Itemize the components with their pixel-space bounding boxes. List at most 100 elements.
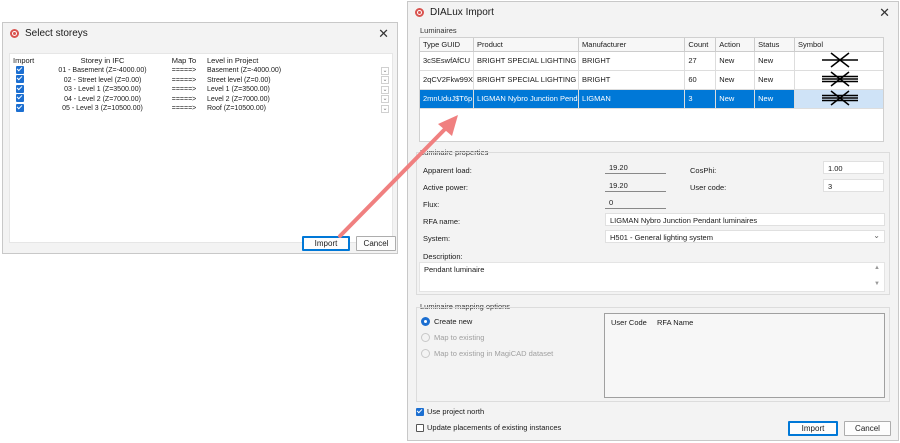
map-to-cell: =====> bbox=[171, 105, 197, 113]
col-product[interactable]: Product bbox=[473, 38, 580, 52]
chevron-down-icon[interactable]: ⌄ bbox=[381, 95, 389, 104]
col-rfa-name[interactable]: RFA Name bbox=[657, 318, 693, 327]
symbol-cell bbox=[794, 89, 883, 109]
status-cell: New bbox=[754, 89, 795, 109]
cosphi-field[interactable]: 1.00 bbox=[823, 161, 884, 174]
storey-row[interactable]: 04 - Level 2 (Z=7000.00) =====> Level 2 (Z… bbox=[10, 94, 392, 105]
checkbox-checked-icon[interactable] bbox=[16, 65, 24, 74]
radio-map-magicad[interactable]: Map to existing in MagiCAD dataset bbox=[421, 349, 553, 358]
guid-cell: 3cSEswfAfCU bbox=[420, 51, 475, 71]
storey-cell: 04 - Level 2 (Z=7000.00) bbox=[64, 95, 141, 103]
luminaire-symbol-icon bbox=[822, 70, 858, 87]
checkbox-checked-icon bbox=[416, 407, 424, 416]
storeys-title: Select storeys bbox=[25, 27, 88, 39]
checkbox-checked-icon[interactable] bbox=[16, 84, 24, 93]
select-storeys-window: Select storeys ✕ Import Storey in IFC Ma… bbox=[2, 22, 398, 254]
col-action[interactable]: Action bbox=[715, 38, 756, 52]
map-to-cell: =====> bbox=[171, 86, 197, 94]
use-project-north-checkbox[interactable]: Use project north bbox=[416, 407, 484, 416]
close-icon[interactable]: ✕ bbox=[378, 26, 389, 42]
level-cell: Basement (Z=-4000.00) bbox=[207, 67, 282, 75]
app-logo-icon bbox=[10, 28, 19, 38]
symbol-cell bbox=[794, 70, 883, 90]
count-cell: 3 bbox=[684, 89, 717, 109]
flux-value: 0 bbox=[605, 196, 666, 209]
radio-create-new[interactable]: Create new bbox=[421, 317, 472, 326]
cancel-button[interactable]: Cancel bbox=[356, 236, 396, 251]
user-code-field[interactable]: 3 bbox=[823, 179, 884, 192]
guid-cell: 2mnUduJ$T6p bbox=[420, 89, 475, 109]
chevron-down-icon[interactable]: ⌄ bbox=[381, 85, 389, 94]
col-count[interactable]: Count bbox=[684, 38, 717, 52]
luminaire-row[interactable]: 3cSEswfAfCU BRIGHT SPECIAL LIGHTING S BRIG… bbox=[420, 51, 883, 71]
rfa-name-field[interactable]: LIGMAN Nybro Junction Pendant luminaires bbox=[605, 213, 885, 226]
status-cell: New bbox=[754, 51, 795, 71]
col-import[interactable]: Import bbox=[10, 56, 40, 65]
luminaire-symbol-icon bbox=[822, 51, 858, 68]
chevron-down-icon[interactable]: ⌄ bbox=[381, 66, 389, 75]
col-map-to[interactable]: Map To bbox=[165, 56, 203, 65]
col-level[interactable]: Level in Project bbox=[203, 56, 353, 65]
scroll-up-icon[interactable]: ▲ bbox=[874, 265, 880, 271]
level-cell: Roof (Z=10500.00) bbox=[207, 105, 266, 113]
luminaire-row[interactable]: 2mnUduJ$T6p LIGMAN Nybro Junction Pendan L… bbox=[420, 89, 883, 109]
storey-cell: 05 - Level 3 (Z=10500.00) bbox=[62, 105, 143, 113]
col-user-code[interactable]: User Code bbox=[611, 318, 657, 327]
storeys-header: Import Storey in IFC Map To Level in Pro… bbox=[10, 54, 392, 66]
description-field[interactable]: Pendant luminaire ▲ ▼ bbox=[419, 262, 885, 292]
level-cell: Level 2 (Z=7000.00) bbox=[207, 95, 270, 103]
luminaire-rows: 3cSEswfAfCU BRIGHT SPECIAL LIGHTING S BRIG… bbox=[420, 51, 883, 109]
level-cell: Level 1 (Z=3500.00) bbox=[207, 86, 270, 94]
dialux-title: DIALux Import bbox=[430, 6, 494, 18]
radio-map-existing[interactable]: Map to existing bbox=[421, 333, 484, 342]
update-placements-checkbox[interactable]: Update placements of existing instances bbox=[416, 423, 561, 432]
import-button[interactable]: Import bbox=[302, 236, 350, 251]
count-cell: 60 bbox=[684, 70, 717, 90]
storey-cell: 03 - Level 1 (Z=3500.00) bbox=[64, 86, 141, 94]
storey-row[interactable]: 05 - Level 3 (Z=10500.00) =====> Roof (Z=1… bbox=[10, 103, 392, 114]
system-label: System: bbox=[423, 234, 451, 243]
storey-row[interactable]: 03 - Level 1 (Z=3500.00) =====> Level 1 (Z… bbox=[10, 84, 392, 95]
checkbox-checked-icon[interactable] bbox=[16, 103, 24, 112]
chevron-down-icon[interactable]: ⌄ bbox=[381, 104, 389, 113]
col-symbol[interactable]: Symbol bbox=[794, 38, 883, 52]
storey-row[interactable]: 02 - Street level (Z=0.00) =====> Street l… bbox=[10, 75, 392, 86]
cosphi-label: CosPhi: bbox=[690, 166, 717, 175]
close-icon[interactable]: ✕ bbox=[879, 5, 890, 21]
radio-unselected-icon bbox=[421, 333, 430, 342]
storey-cell: 02 - Street level (Z=0.00) bbox=[63, 76, 142, 84]
checkbox-checked-icon[interactable] bbox=[16, 94, 24, 103]
manufacturer-cell: LIGMAN bbox=[578, 89, 686, 109]
col-storey[interactable]: Storey in IFC bbox=[40, 56, 165, 65]
col-type-guid[interactable]: Type GUID bbox=[420, 38, 475, 52]
col-status[interactable]: Status bbox=[754, 38, 795, 52]
use-project-north-label: Use project north bbox=[427, 407, 485, 416]
storeys-titlebar: Select storeys ✕ bbox=[3, 23, 397, 43]
checkbox-checked-icon[interactable] bbox=[16, 75, 24, 84]
description-value: Pendant luminaire bbox=[424, 265, 485, 274]
action-cell: New bbox=[715, 51, 756, 71]
chevron-down-icon[interactable]: ⌄ bbox=[381, 76, 389, 85]
guid-cell: 2qCV2Fkw99X bbox=[420, 70, 475, 90]
map-to-cell: =====> bbox=[171, 95, 197, 103]
action-cell: New bbox=[715, 70, 756, 90]
luminaires-group-label: Luminaires bbox=[420, 26, 457, 35]
radio-create-new-label: Create new bbox=[434, 317, 473, 326]
action-cell: New bbox=[715, 89, 756, 109]
system-select[interactable]: H501 - General lighting system ⌄ bbox=[605, 230, 885, 243]
product-cell: BRIGHT SPECIAL LIGHTING S bbox=[473, 51, 580, 71]
import-cell bbox=[10, 103, 40, 114]
description-label: Description: bbox=[423, 252, 463, 261]
app-logo-icon bbox=[415, 7, 424, 17]
dialux-import-window: DIALux Import ✕ Luminaires Type GUID Pro… bbox=[407, 1, 899, 441]
dialux-cancel-button[interactable]: Cancel bbox=[844, 421, 891, 436]
scroll-down-icon[interactable]: ▼ bbox=[874, 281, 880, 287]
update-placements-label: Update placements of existing instances bbox=[427, 423, 562, 432]
dialux-import-button[interactable]: Import bbox=[788, 421, 838, 436]
active-power-value: 19.20 bbox=[605, 179, 666, 192]
luminaire-row[interactable]: 2qCV2Fkw99X BRIGHT SPECIAL LIGHTING S BRIG… bbox=[420, 70, 883, 90]
radio-map-magicad-label: Map to existing in MagiCAD dataset bbox=[434, 349, 554, 358]
storey-row[interactable]: 01 - Basement (Z=-4000.00) =====> Basement… bbox=[10, 65, 392, 76]
mapping-list[interactable]: User Code RFA Name bbox=[604, 313, 885, 398]
col-manufacturer[interactable]: Manufacturer bbox=[578, 38, 686, 52]
